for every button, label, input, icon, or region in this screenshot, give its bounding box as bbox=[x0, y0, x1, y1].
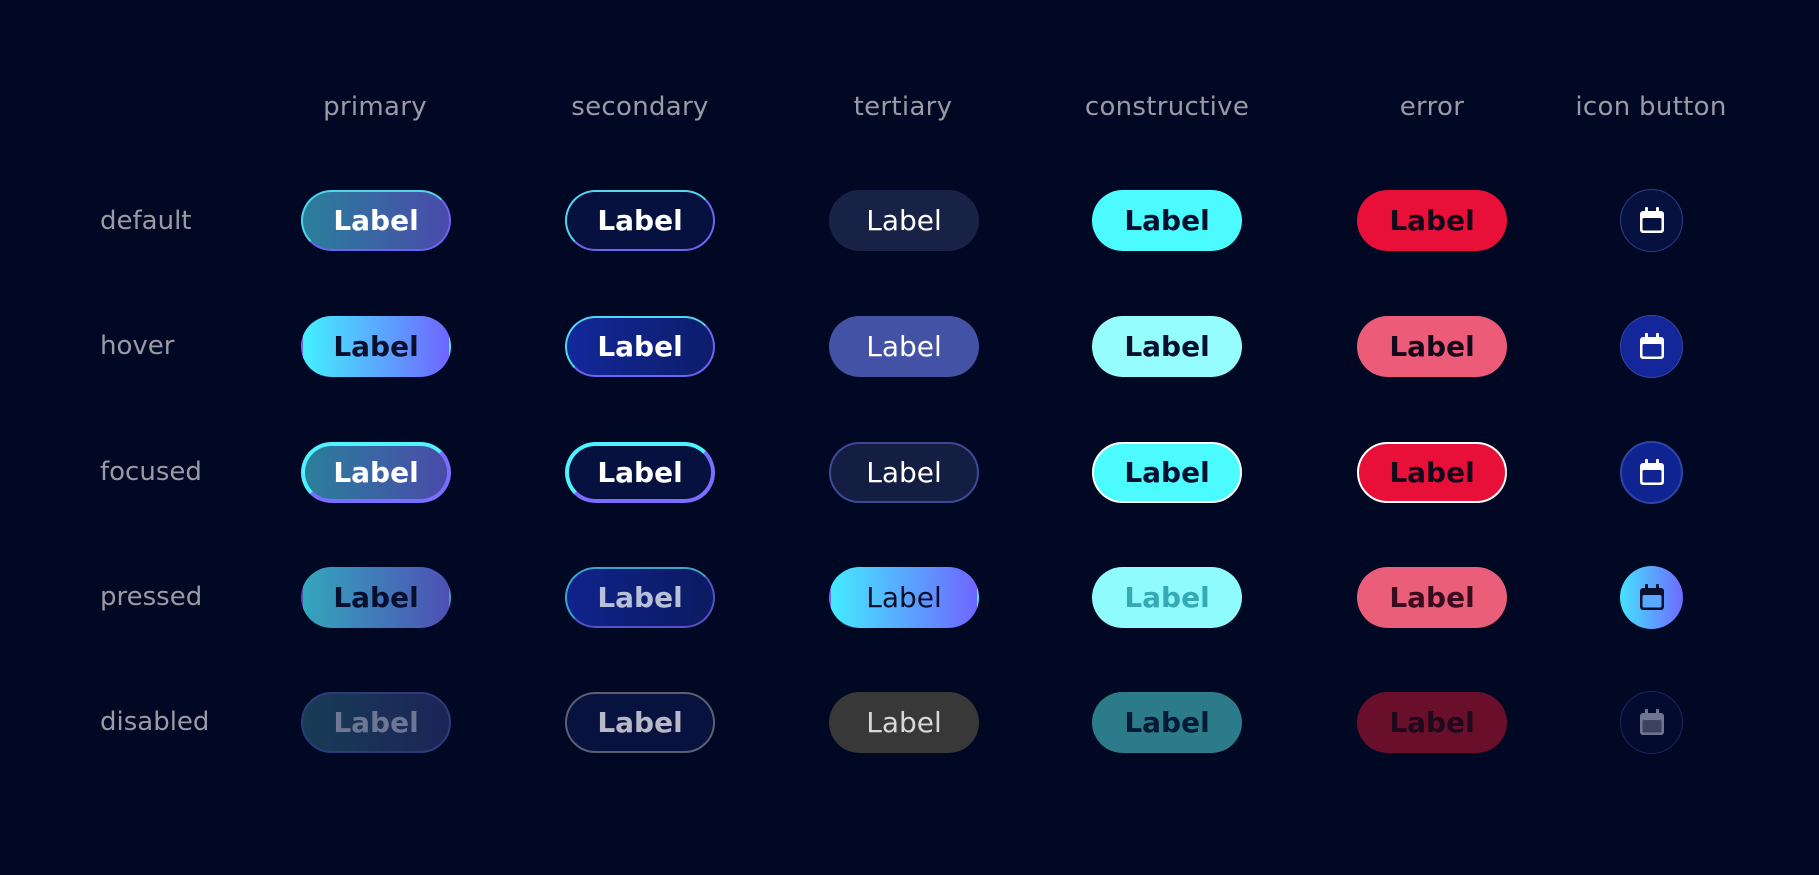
error-focused-button[interactable]: Label bbox=[1357, 442, 1507, 503]
column-header-secondary: secondary bbox=[571, 92, 709, 122]
secondary-disabled-button: Label bbox=[565, 692, 715, 753]
constructive-disabled-button: Label bbox=[1092, 692, 1242, 753]
column-header-constructive: constructive bbox=[1084, 92, 1250, 122]
row-label-default: default bbox=[100, 206, 192, 236]
primary-pressed-button[interactable]: Label bbox=[301, 567, 451, 628]
row-label-pressed: pressed bbox=[100, 582, 203, 612]
row-label-disabled: disabled bbox=[100, 707, 210, 737]
icon-button-focused[interactable] bbox=[1620, 441, 1683, 504]
button-label: Label bbox=[597, 204, 683, 237]
button-label: Label bbox=[1389, 456, 1475, 489]
column-header-icon-button: icon button bbox=[1575, 92, 1727, 122]
button-label: Label bbox=[333, 330, 419, 363]
button-label: Label bbox=[1124, 204, 1210, 237]
button-label: Label bbox=[1124, 581, 1210, 614]
calendar-icon bbox=[1639, 206, 1664, 233]
tertiary-disabled-button: Label bbox=[829, 692, 979, 753]
secondary-focused-button[interactable]: Label bbox=[565, 442, 715, 503]
primary-hover-button[interactable]: Label bbox=[301, 316, 451, 377]
tertiary-focused-button[interactable]: Label bbox=[829, 442, 979, 503]
secondary-hover-button[interactable]: Label bbox=[565, 316, 715, 377]
button-label: Label bbox=[866, 330, 942, 363]
button-label: Label bbox=[866, 456, 942, 489]
tertiary-default-button[interactable]: Label bbox=[829, 190, 979, 251]
button-label: Label bbox=[1389, 204, 1475, 237]
primary-disabled-button: Label bbox=[301, 692, 451, 753]
button-label: Label bbox=[1124, 456, 1210, 489]
secondary-pressed-button[interactable]: Label bbox=[565, 567, 715, 628]
button-label: Label bbox=[1124, 330, 1210, 363]
calendar-icon bbox=[1639, 458, 1664, 485]
row-label-hover: hover bbox=[100, 331, 175, 361]
constructive-focused-button[interactable]: Label bbox=[1092, 442, 1242, 503]
error-hover-button[interactable]: Label bbox=[1357, 316, 1507, 377]
button-label: Label bbox=[1124, 706, 1210, 739]
primary-focused-button[interactable]: Label bbox=[301, 442, 451, 503]
tertiary-pressed-button[interactable]: Label bbox=[829, 567, 979, 628]
button-label: Label bbox=[333, 581, 419, 614]
calendar-icon bbox=[1639, 332, 1664, 359]
button-label: Label bbox=[597, 706, 683, 739]
constructive-default-button[interactable]: Label bbox=[1092, 190, 1242, 251]
constructive-hover-button[interactable]: Label bbox=[1092, 316, 1242, 377]
button-label: Label bbox=[866, 706, 942, 739]
column-header-primary: primary bbox=[323, 92, 427, 122]
error-pressed-button[interactable]: Label bbox=[1357, 567, 1507, 628]
error-default-button[interactable]: Label bbox=[1357, 190, 1507, 251]
button-label: Label bbox=[597, 581, 683, 614]
button-label: Label bbox=[866, 581, 942, 614]
calendar-icon bbox=[1639, 583, 1664, 610]
column-header-tertiary: tertiary bbox=[853, 92, 953, 122]
secondary-default-button[interactable]: Label bbox=[565, 190, 715, 251]
button-label: Label bbox=[1389, 706, 1475, 739]
button-label: Label bbox=[597, 456, 683, 489]
button-label: Label bbox=[1389, 330, 1475, 363]
icon-button-hover[interactable] bbox=[1620, 315, 1683, 378]
button-label: Label bbox=[333, 204, 419, 237]
constructive-pressed-button[interactable]: Label bbox=[1092, 567, 1242, 628]
button-label: Label bbox=[333, 456, 419, 489]
icon-button-default[interactable] bbox=[1620, 189, 1683, 252]
button-label: Label bbox=[333, 706, 419, 739]
icon-button-pressed[interactable] bbox=[1620, 566, 1683, 629]
button-label: Label bbox=[597, 330, 683, 363]
button-label: Label bbox=[866, 204, 942, 237]
calendar-icon bbox=[1639, 708, 1664, 735]
icon-button-disabled bbox=[1620, 691, 1683, 754]
row-label-focused: focused bbox=[100, 457, 202, 487]
error-disabled-button: Label bbox=[1357, 692, 1507, 753]
tertiary-hover-button[interactable]: Label bbox=[829, 316, 979, 377]
primary-default-button[interactable]: Label bbox=[301, 190, 451, 251]
button-label: Label bbox=[1389, 581, 1475, 614]
